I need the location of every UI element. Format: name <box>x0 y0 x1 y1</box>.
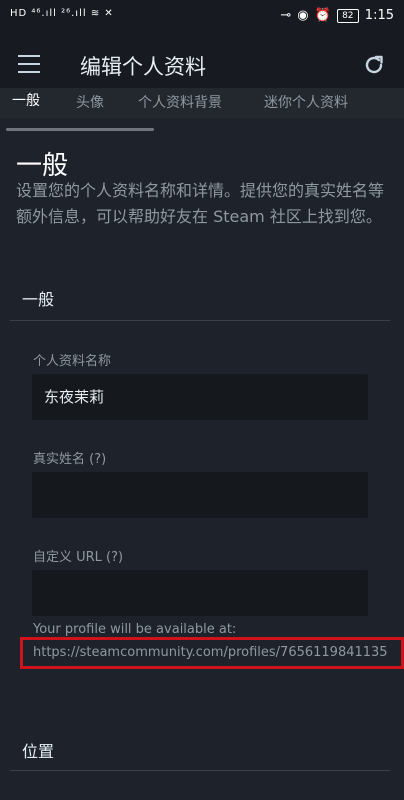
eye-icon: ◉ <box>297 8 309 23</box>
general-group-title: 一般 <box>22 290 55 309</box>
hamburger-icon[interactable] <box>18 55 40 73</box>
tab-avatar[interactable]: 头像 <box>76 92 104 112</box>
tab-profile-background[interactable]: 个人资料背景 <box>138 92 222 112</box>
real-name-input[interactable] <box>32 472 368 518</box>
key-icon: ⊸ <box>280 8 292 23</box>
battery-icon: 82 <box>336 8 359 23</box>
status-time: 1:15 <box>364 8 394 23</box>
tab-scroll-indicator <box>6 128 154 131</box>
tab-mini-profile[interactable]: 迷你个人资料 <box>264 92 348 112</box>
profile-name-input[interactable]: 东夜茉莉 <box>32 374 368 420</box>
tab-general[interactable]: 一般 <box>12 90 40 110</box>
status-bar-right: ⊸ ◉ ⏰ 82 1:15 <box>280 8 394 23</box>
status-bar-signal-icons: HD ⁴⁶.ıll ²⁶.ıll ≋ ✕ <box>10 8 114 19</box>
profile-name-label: 个人资料名称 <box>33 354 112 369</box>
location-group-title: 位置 <box>22 742 55 761</box>
refresh-icon[interactable] <box>362 53 386 77</box>
custom-url-label: 自定义 URL (?) <box>33 550 124 565</box>
section-description: 设置您的个人资料名称和详情。提供您的真实姓名等额外信息，可以帮助好友在 Stea… <box>16 181 385 226</box>
tab-bar: 一般 头像 个人资料背景 迷你个人资料 <box>0 88 404 118</box>
divider <box>10 320 390 321</box>
real-name-label: 真实姓名 (?) <box>33 452 107 467</box>
profile-url-link[interactable]: https://steamcommunity.com/profiles/7656… <box>33 645 388 660</box>
divider <box>10 770 390 771</box>
custom-url-input[interactable] <box>32 570 368 616</box>
section-title: 一般 <box>16 151 69 181</box>
profile-url-highlight: https://steamcommunity.com/profiles/7656… <box>20 637 404 669</box>
profile-availability-note: Your profile will be available at: <box>33 622 237 637</box>
alarm-icon: ⏰ <box>314 8 331 23</box>
status-bar: HD ⁴⁶.ıll ²⁶.ıll ≋ ✕ ⊸ ◉ ⏰ 82 1:15 <box>0 0 404 33</box>
page-title: 编辑个人资料 <box>80 55 206 79</box>
